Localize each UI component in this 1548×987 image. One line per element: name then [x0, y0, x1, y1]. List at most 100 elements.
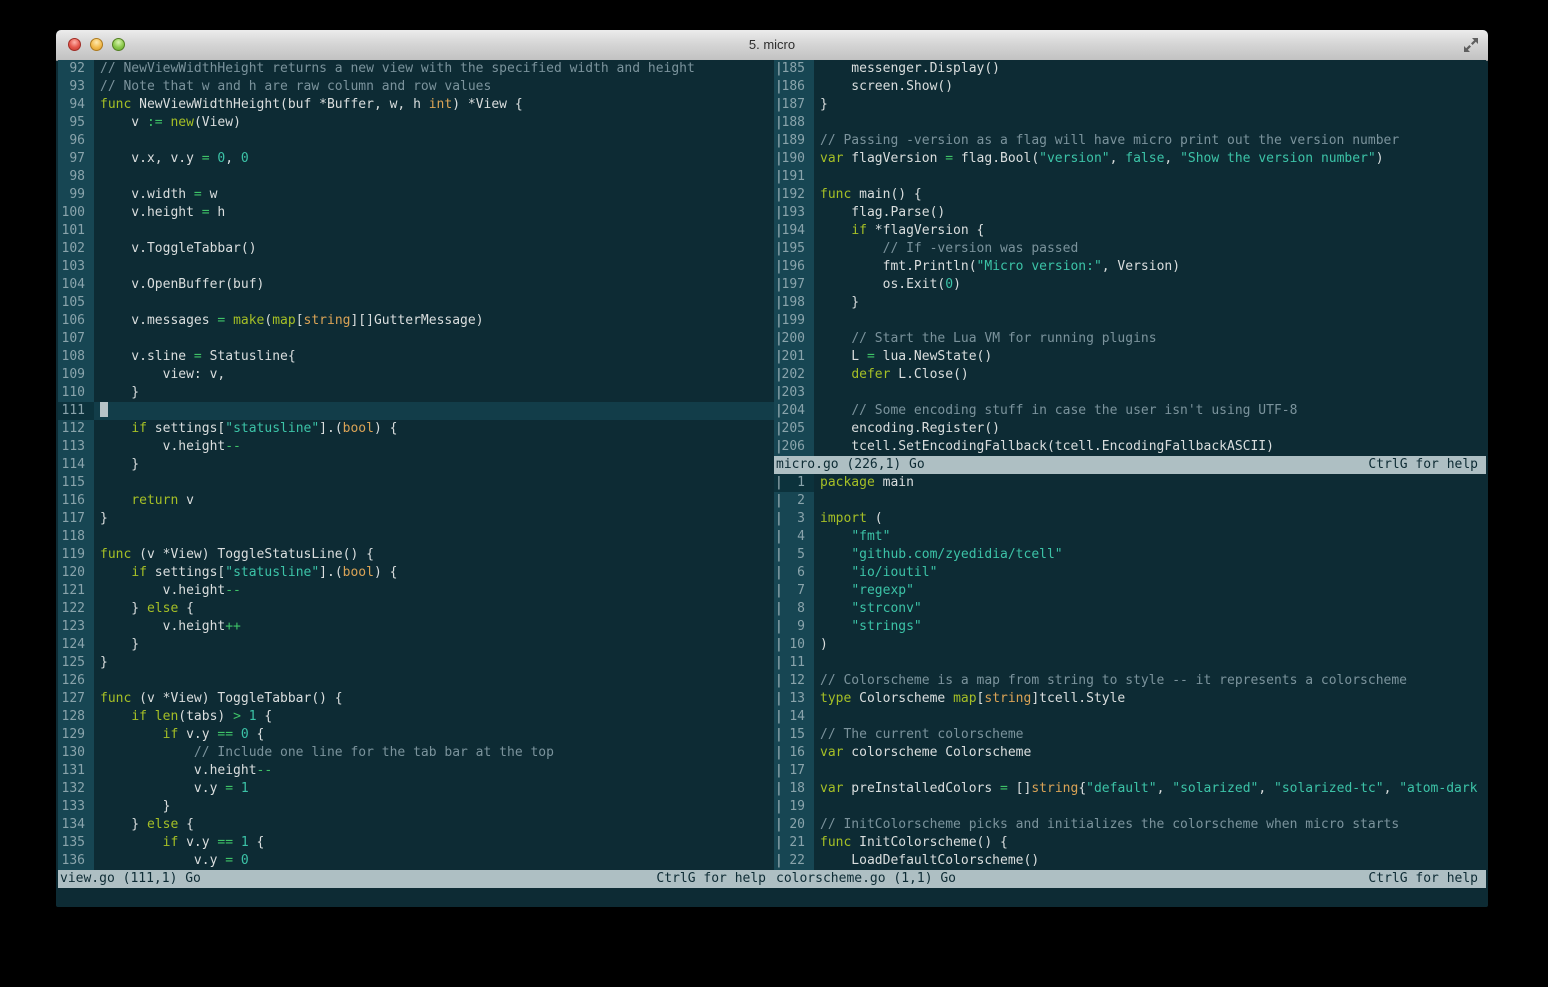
code-line-189[interactable]: |189// Passing -version as a flag will h…: [774, 132, 1486, 150]
code-line-114[interactable]: 114 }: [58, 456, 774, 474]
code-line-205[interactable]: |205 encoding.Register(): [774, 420, 1486, 438]
code-line-201[interactable]: |201 L = lua.NewState(): [774, 348, 1486, 366]
desktop: 5. micro 92// NewViewWidthHeight returns…: [0, 0, 1548, 987]
code-line-108[interactable]: 108 v.sline = Statusline{: [58, 348, 774, 366]
code-line-110[interactable]: 110 }: [58, 384, 774, 402]
code-line-3[interactable]: |3import (: [774, 510, 1486, 528]
code-line-120[interactable]: 120 if settings["statusline"].(bool) {: [58, 564, 774, 582]
code-line-21[interactable]: |21func InitColorscheme() {: [774, 834, 1486, 852]
code-line-132[interactable]: 132 v.y = 1: [58, 780, 774, 798]
code-line-119[interactable]: 119func (v *View) ToggleStatusLine() {: [58, 546, 774, 564]
fullscreen-icon[interactable]: [1463, 37, 1479, 53]
code-line-128[interactable]: 128 if len(tabs) > 1 {: [58, 708, 774, 726]
code-line-10[interactable]: |10): [774, 636, 1486, 654]
code-line-131[interactable]: 131 v.height--: [58, 762, 774, 780]
code-line-188[interactable]: |188: [774, 114, 1486, 132]
code-line-5[interactable]: |5 "github.com/zyedidia/tcell": [774, 546, 1486, 564]
code-line-109[interactable]: 109 view: v,: [58, 366, 774, 384]
code-line-203[interactable]: |203: [774, 384, 1486, 402]
code-line-200[interactable]: |200 // Start the Lua VM for running plu…: [774, 330, 1486, 348]
code-line-121[interactable]: 121 v.height--: [58, 582, 774, 600]
code-line-206[interactable]: |206 tcell.SetEncodingFallback(tcell.Enc…: [774, 438, 1486, 456]
code-line-126[interactable]: 126: [58, 672, 774, 690]
code-line-127[interactable]: 127func (v *View) ToggleTabbar() {: [58, 690, 774, 708]
code-line-95[interactable]: 95 v := new(View): [58, 114, 774, 132]
code-line-124[interactable]: 124 }: [58, 636, 774, 654]
code-line-117[interactable]: 117}: [58, 510, 774, 528]
code-line-136[interactable]: 136 v.y = 0: [58, 852, 774, 870]
code-line-9[interactable]: |9 "strings": [774, 618, 1486, 636]
statusbar-file-info: micro.go (226,1) Go: [776, 456, 925, 474]
code-line-185[interactable]: |185 messenger.Display(): [774, 60, 1486, 78]
code-line-190[interactable]: |190var flagVersion = flag.Bool("version…: [774, 150, 1486, 168]
code-line-17[interactable]: |17: [774, 762, 1486, 780]
line-number: |194: [774, 222, 814, 240]
code-line-103[interactable]: 103: [58, 258, 774, 276]
code-line-199[interactable]: |199: [774, 312, 1486, 330]
code-line-198[interactable]: |198 }: [774, 294, 1486, 312]
code-area-top_right[interactable]: |185 messenger.Display()|186 screen.Show…: [774, 60, 1486, 456]
code-line-118[interactable]: 118: [58, 528, 774, 546]
code-line-106[interactable]: 106 v.messages = make(map[string][]Gutte…: [58, 312, 774, 330]
code-line-92[interactable]: 92// NewViewWidthHeight returns a new vi…: [58, 60, 774, 78]
code-line-98[interactable]: 98: [58, 168, 774, 186]
code-line-8[interactable]: |8 "strconv": [774, 600, 1486, 618]
code-line-130[interactable]: 130 // Include one line for the tab bar …: [58, 744, 774, 762]
code-line-134[interactable]: 134 } else {: [58, 816, 774, 834]
code-line-93[interactable]: 93// Note that w and h are raw column an…: [58, 78, 774, 96]
code-line-202[interactable]: |202 defer L.Close(): [774, 366, 1486, 384]
code-line-15[interactable]: |15// The current colorscheme: [774, 726, 1486, 744]
code-line-191[interactable]: |191: [774, 168, 1486, 186]
code-line-195[interactable]: |195 // If -version was passed: [774, 240, 1486, 258]
code-line-13[interactable]: |13type Colorscheme map[string]tcell.Sty…: [774, 690, 1486, 708]
code-line-192[interactable]: |192func main() {: [774, 186, 1486, 204]
code-line-22[interactable]: |22 LoadDefaultColorscheme(): [774, 852, 1486, 870]
code-line-133[interactable]: 133 }: [58, 798, 774, 816]
code-line-12[interactable]: |12// Colorscheme is a map from string t…: [774, 672, 1486, 690]
code-line-2[interactable]: |2: [774, 492, 1486, 510]
code-line-197[interactable]: |197 os.Exit(0): [774, 276, 1486, 294]
code-line-107[interactable]: 107: [58, 330, 774, 348]
code-area-bottom_right[interactable]: |1package main|2|3import (|4 "fmt"|5 "gi…: [774, 474, 1486, 870]
command-line[interactable]: [58, 888, 1486, 906]
line-number: 114: [58, 456, 94, 474]
code-line-102[interactable]: 102 v.ToggleTabbar(): [58, 240, 774, 258]
code-line-7[interactable]: |7 "regexp": [774, 582, 1486, 600]
code-line-186[interactable]: |186 screen.Show(): [774, 78, 1486, 96]
code-line-18[interactable]: |18var preInstalledColors = []string{"de…: [774, 780, 1486, 798]
code-line-122[interactable]: 122 } else {: [58, 600, 774, 618]
code-line-105[interactable]: 105: [58, 294, 774, 312]
code-line-11[interactable]: |11: [774, 654, 1486, 672]
code-line-94[interactable]: 94func NewViewWidthHeight(buf *Buffer, w…: [58, 96, 774, 114]
code-line-135[interactable]: 135 if v.y == 1 {: [58, 834, 774, 852]
code-line-14[interactable]: |14: [774, 708, 1486, 726]
code-line-112[interactable]: 112 if settings["statusline"].(bool) {: [58, 420, 774, 438]
code-line-194[interactable]: |194 if *flagVersion {: [774, 222, 1486, 240]
code-line-16[interactable]: |16var colorscheme Colorscheme: [774, 744, 1486, 762]
code-line-196[interactable]: |196 fmt.Println("Micro version:", Versi…: [774, 258, 1486, 276]
code-line-187[interactable]: |187}: [774, 96, 1486, 114]
code-line-100[interactable]: 100 v.height = h: [58, 204, 774, 222]
code-line-96[interactable]: 96: [58, 132, 774, 150]
code-line-99[interactable]: 99 v.width = w: [58, 186, 774, 204]
code-line-204[interactable]: |204 // Some encoding stuff in case the …: [774, 402, 1486, 420]
code-line-116[interactable]: 116 return v: [58, 492, 774, 510]
code-line-113[interactable]: 113 v.height--: [58, 438, 774, 456]
code-line-193[interactable]: |193 flag.Parse(): [774, 204, 1486, 222]
code-line-115[interactable]: 115: [58, 474, 774, 492]
split-divider: |: [775, 366, 783, 384]
code-line-1[interactable]: |1package main: [774, 474, 1486, 492]
code-line-6[interactable]: |6 "io/ioutil": [774, 564, 1486, 582]
code-line-104[interactable]: 104 v.OpenBuffer(buf): [58, 276, 774, 294]
code-line-111[interactable]: 111: [58, 402, 774, 420]
code-line-125[interactable]: 125}: [58, 654, 774, 672]
code-line-129[interactable]: 129 if v.y == 0 {: [58, 726, 774, 744]
code-line-4[interactable]: |4 "fmt": [774, 528, 1486, 546]
code-line-101[interactable]: 101: [58, 222, 774, 240]
code-line-123[interactable]: 123 v.height++: [58, 618, 774, 636]
code-line-97[interactable]: 97 v.x, v.y = 0, 0: [58, 150, 774, 168]
code-line-20[interactable]: |20// InitColorscheme picks and initiali…: [774, 816, 1486, 834]
titlebar[interactable]: 5. micro: [56, 30, 1488, 61]
code-line-19[interactable]: |19: [774, 798, 1486, 816]
code-area-left[interactable]: 92// NewViewWidthHeight returns a new vi…: [58, 60, 774, 870]
